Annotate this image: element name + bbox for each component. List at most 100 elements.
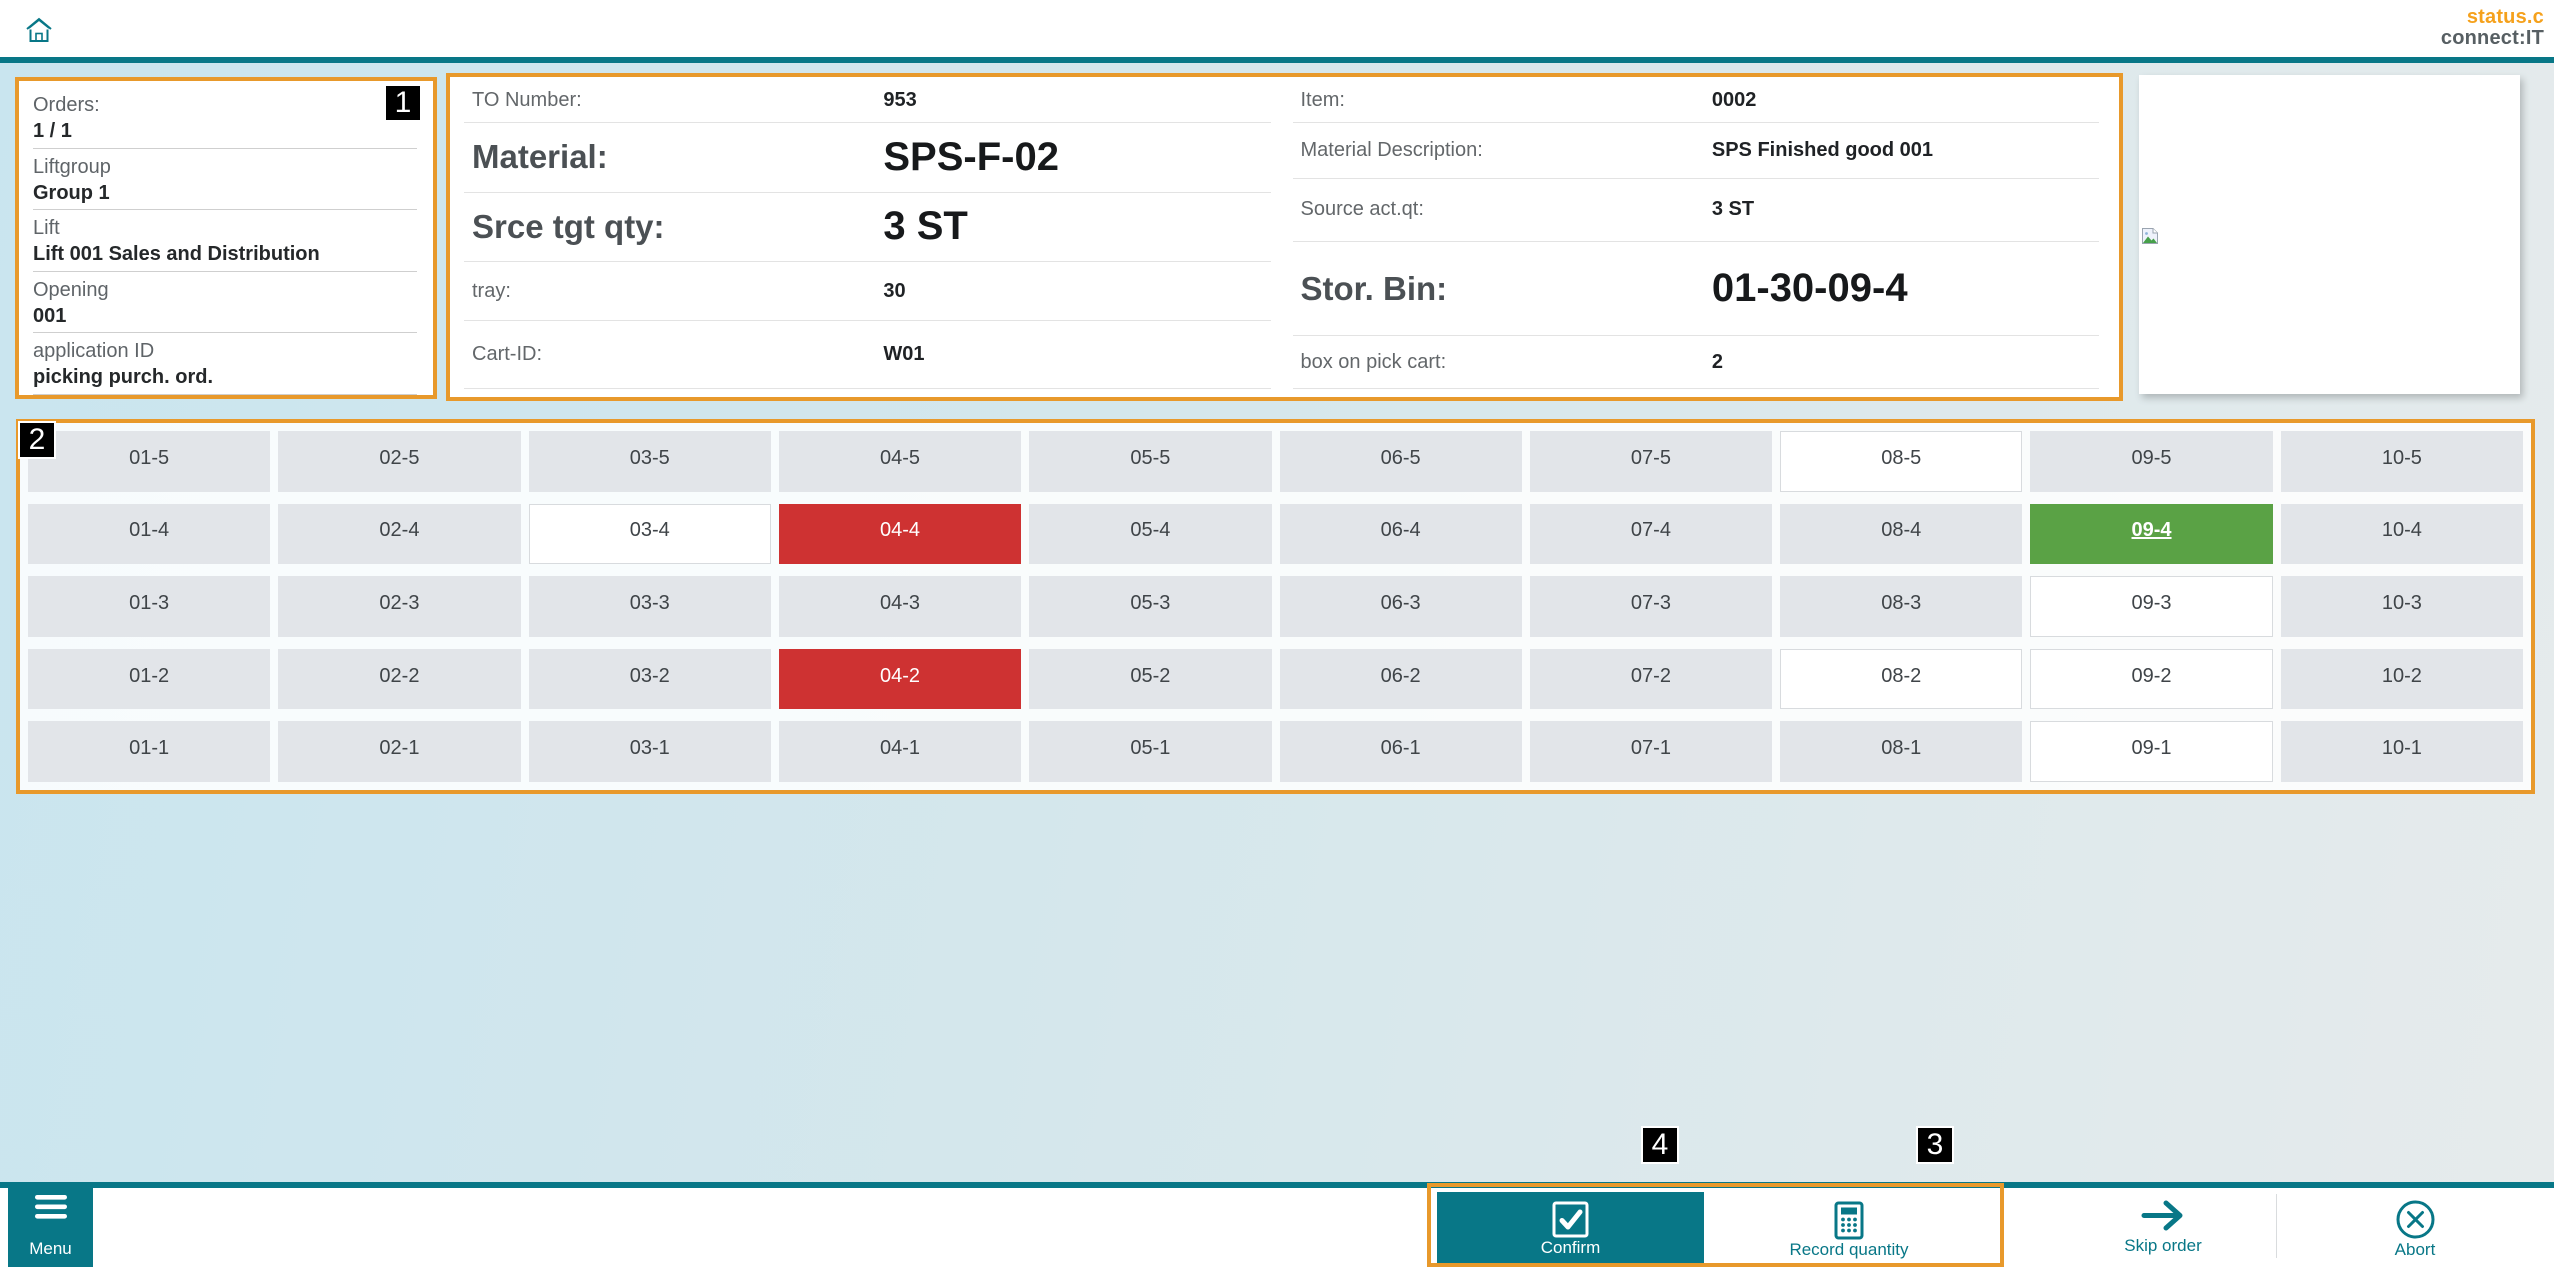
- brand-logo-line1: status.c: [2441, 7, 2544, 28]
- abort-button[interactable]: Abort: [2280, 1190, 2550, 1264]
- bin-cell[interactable]: 05-3: [1029, 576, 1271, 637]
- bin-cell[interactable]: 06-4: [1280, 504, 1522, 565]
- detail-row-value: W01: [883, 343, 1270, 366]
- bin-cell[interactable]: 06-2: [1280, 649, 1522, 710]
- bin-cell[interactable]: 01-3: [28, 576, 270, 637]
- bin-cell[interactable]: 08-4: [1780, 504, 2022, 565]
- orders-field-value: Lift 001 Sales and Distribution: [33, 243, 417, 266]
- bin-cell[interactable]: 03-4: [529, 504, 771, 565]
- annotation-badge-3: 3: [1916, 1126, 1954, 1164]
- detail-row: Stor. Bin: 01-30-09-4: [1293, 242, 2100, 337]
- circle-x-icon: [2395, 1199, 2436, 1240]
- annotation-badge-2: 2: [18, 421, 56, 459]
- orders-field: Orders: 1 / 1: [33, 87, 417, 149]
- bin-cell[interactable]: 06-5: [1280, 431, 1522, 492]
- header-bar: status.c connect:IT: [0, 0, 2554, 57]
- bin-cell[interactable]: 09-1: [2030, 721, 2272, 782]
- bin-cell[interactable]: 03-5: [529, 431, 771, 492]
- brand-logo-line2: connect:IT: [2441, 28, 2544, 49]
- bin-cell[interactable]: 08-3: [1780, 576, 2022, 637]
- detail-row-value: 953: [883, 89, 1270, 112]
- bin-cell[interactable]: 07-4: [1530, 504, 1772, 565]
- record-quantity-button[interactable]: Record quantity: [1706, 1192, 1992, 1263]
- bin-cell[interactable]: 02-1: [278, 721, 520, 782]
- bin-cell[interactable]: 09-3: [2030, 576, 2272, 637]
- home-button[interactable]: [24, 16, 54, 44]
- bin-cell[interactable]: 04-5: [779, 431, 1021, 492]
- detail-row-value: SPS-F-02: [883, 135, 1270, 180]
- home-icon: [24, 32, 54, 47]
- checkbox-checked-icon: [1552, 1201, 1589, 1238]
- brand-logo: status.c connect:IT: [2441, 7, 2544, 49]
- bin-cell[interactable]: 02-2: [278, 649, 520, 710]
- detail-row-label: Stor. Bin:: [1293, 270, 1712, 308]
- bin-cell[interactable]: 07-2: [1530, 649, 1772, 710]
- detail-row: Item: 0002: [1293, 79, 2100, 123]
- bin-cell[interactable]: 10-1: [2281, 721, 2523, 782]
- bin-cell[interactable]: 02-4: [278, 504, 520, 565]
- skip-order-button[interactable]: Skip order: [2052, 1190, 2274, 1264]
- detail-row-label: Srce tgt qty:: [464, 208, 883, 246]
- bin-cell[interactable]: 04-2: [779, 649, 1021, 710]
- bin-cell[interactable]: 10-4: [2281, 504, 2523, 565]
- bin-cell[interactable]: 01-1: [28, 721, 270, 782]
- arrow-right-icon: [2141, 1199, 2185, 1236]
- bin-cell[interactable]: 05-1: [1029, 721, 1271, 782]
- bin-cell[interactable]: 05-5: [1029, 431, 1271, 492]
- bin-cell[interactable]: 04-3: [779, 576, 1021, 637]
- bin-cell[interactable]: 10-3: [2281, 576, 2523, 637]
- bin-cell[interactable]: 09-2: [2030, 649, 2272, 710]
- header-divider: [0, 57, 2554, 63]
- broken-image-icon: [2141, 227, 2159, 245]
- bin-cell[interactable]: 07-5: [1530, 431, 1772, 492]
- bin-cell[interactable]: 01-4: [28, 504, 270, 565]
- orders-field-label: application ID: [33, 340, 417, 363]
- bottombar-button-divider: [2276, 1194, 2277, 1258]
- orders-panel: Orders: 1 / 1 Liftgroup Group 1 Lift Lif…: [15, 77, 437, 399]
- bin-cell[interactable]: 02-3: [278, 576, 520, 637]
- bin-cell[interactable]: 07-1: [1530, 721, 1772, 782]
- detail-row-label: TO Number:: [464, 89, 883, 112]
- orders-field-label: Liftgroup: [33, 156, 417, 179]
- detail-row-label: Source act.qt:: [1293, 198, 1712, 221]
- confirm-button[interactable]: Confirm: [1437, 1192, 1704, 1263]
- orders-field-label: Opening: [33, 279, 417, 302]
- bin-cell[interactable]: 10-2: [2281, 649, 2523, 710]
- bin-cell[interactable]: 04-4: [779, 504, 1021, 565]
- bin-cell[interactable]: 10-5: [2281, 431, 2523, 492]
- bin-cell[interactable]: 07-3: [1530, 576, 1772, 637]
- bin-cell[interactable]: 01-2: [28, 649, 270, 710]
- orders-field-value: 1 / 1: [33, 120, 417, 143]
- bin-cell[interactable]: 08-2: [1780, 649, 2022, 710]
- orders-field: application ID picking purch. ord.: [33, 333, 417, 395]
- detail-row: Srce tgt qty: 3 ST: [464, 193, 1271, 262]
- bin-cell[interactable]: 05-2: [1029, 649, 1271, 710]
- bin-cell[interactable]: 02-5: [278, 431, 520, 492]
- detail-row-value: 01-30-09-4: [1712, 266, 2099, 311]
- orders-field-value: 001: [33, 305, 417, 328]
- bin-cell[interactable]: 04-1: [779, 721, 1021, 782]
- detail-row-value: 3 ST: [883, 204, 1270, 249]
- menu-button[interactable]: Menu: [8, 1184, 93, 1267]
- orders-field-label: Orders:: [33, 94, 417, 117]
- bin-cell[interactable]: 03-1: [529, 721, 771, 782]
- detail-row-value: 3 ST: [1712, 198, 2099, 221]
- detail-row: tray: 30: [464, 262, 1271, 322]
- bin-cell[interactable]: 03-3: [529, 576, 771, 637]
- order-detail-panel: TO Number: 953 Material: SPS-F-02 Srce t…: [446, 73, 2123, 401]
- bin-cell[interactable]: 05-4: [1029, 504, 1271, 565]
- bin-cell[interactable]: 09-5: [2030, 431, 2272, 492]
- bin-cell[interactable]: 01-5: [28, 431, 270, 492]
- bin-cell[interactable]: 08-1: [1780, 721, 2022, 782]
- orders-field-value: picking purch. ord.: [33, 366, 417, 389]
- bin-cell[interactable]: 06-1: [1280, 721, 1522, 782]
- bin-cell[interactable]: 09-4: [2030, 504, 2272, 565]
- detail-row: Source act.qt: 3 ST: [1293, 179, 2100, 242]
- bin-cell[interactable]: 03-2: [529, 649, 771, 710]
- confirm-button-label: Confirm: [1541, 1238, 1601, 1258]
- bin-cell[interactable]: 08-5: [1780, 431, 2022, 492]
- orders-field-label: Lift: [33, 217, 417, 240]
- bin-cell[interactable]: 06-3: [1280, 576, 1522, 637]
- detail-row-value: 0002: [1712, 89, 2099, 112]
- record-quantity-button-label: Record quantity: [1789, 1240, 1908, 1260]
